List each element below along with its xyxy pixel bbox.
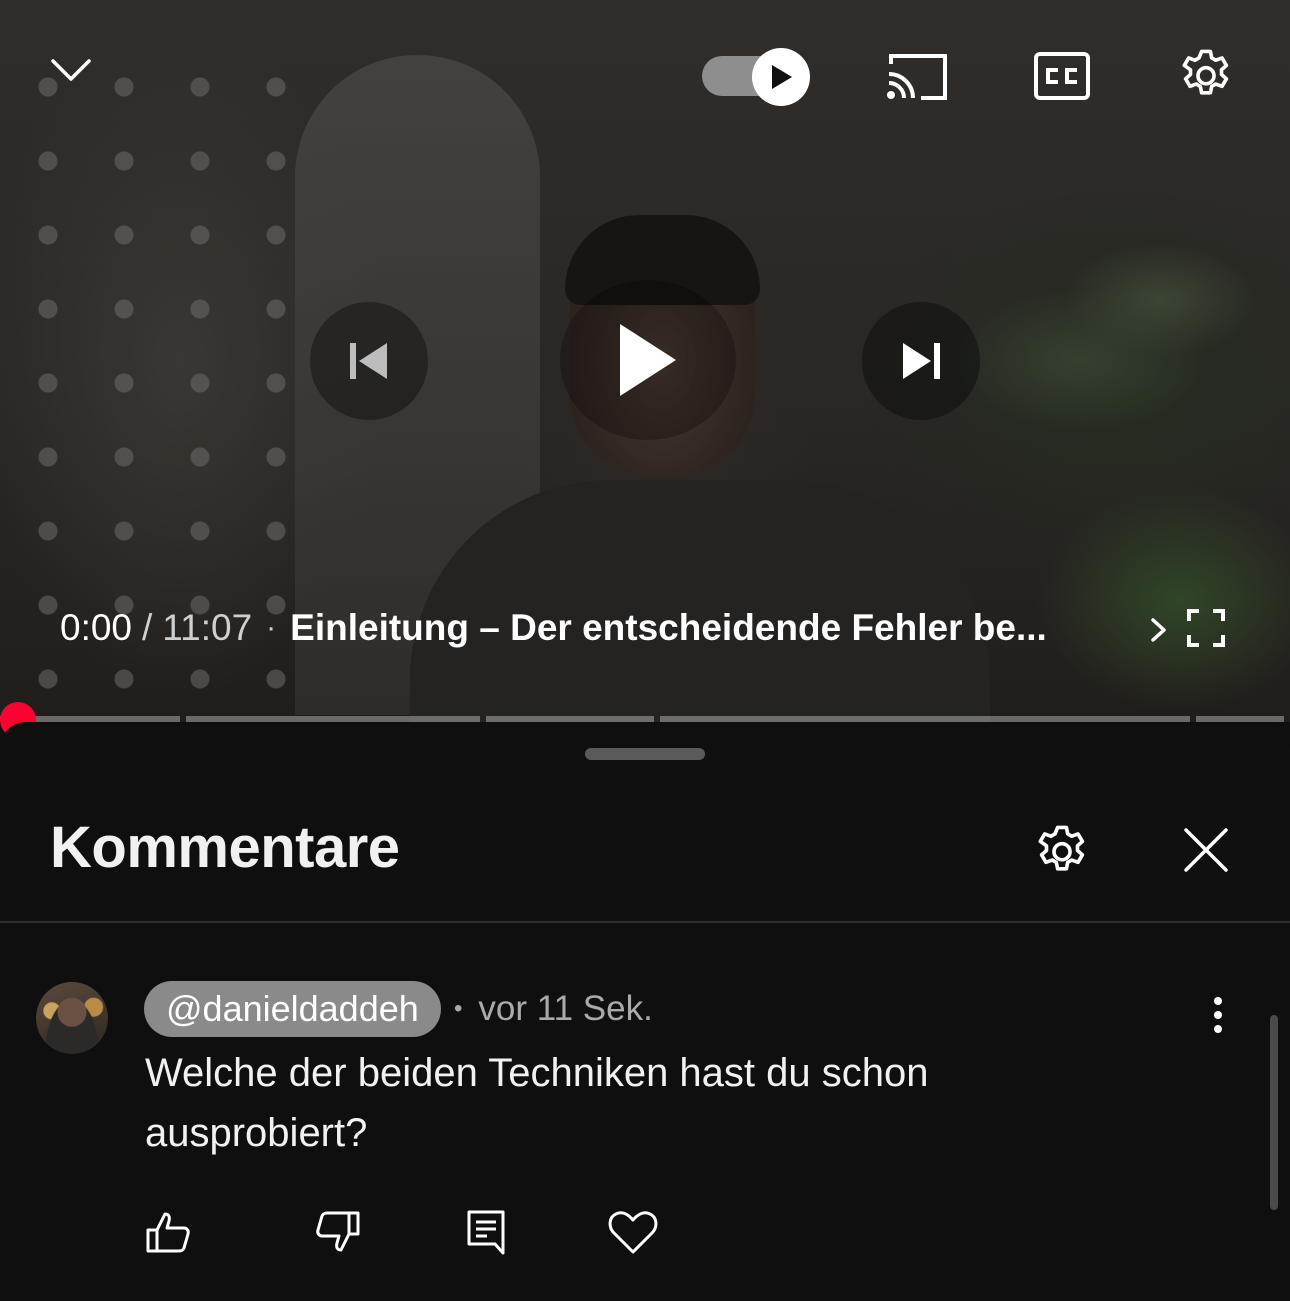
fullscreen-button[interactable] [1184,606,1228,650]
chapter-next-button[interactable] [1146,610,1172,650]
play-icon [772,65,792,89]
collapse-button[interactable] [48,50,94,90]
comment-text: Welche der beiden Techniken hast du scho… [145,1051,929,1155]
chevron-right-icon [1151,618,1166,642]
more-vertical-icon [1214,997,1222,1033]
heart-button[interactable] [606,1206,660,1258]
autoplay-toggle[interactable] [702,48,810,106]
dislike-button[interactable] [312,1206,364,1258]
scrollbar-thumb[interactable] [1270,1015,1278,1210]
close-icon [1184,828,1228,872]
gear-icon [1038,825,1085,871]
chevron-down-icon [51,59,91,81]
skip-next-icon [903,343,940,379]
reply-comment-icon [467,1210,505,1255]
comment-meta: • vor 11 Sek. [454,981,653,1037]
thumbs-up-icon [146,1212,190,1253]
comments-panel: Kommentare @danieldaddeh • vor 11 Sek. W… [0,722,1290,1301]
captions-button[interactable] [1032,48,1092,104]
chapter-title[interactable]: Einleitung – Der entscheidende Fehler be… [290,607,1047,649]
heart-icon [608,1211,658,1254]
closed-captions-icon [1034,52,1090,100]
play-icon [620,324,676,396]
comment-time: vor 11 Sek. [478,989,653,1028]
skip-previous-icon [350,343,387,379]
comments-settings-button[interactable] [1030,820,1094,884]
reply-button[interactable] [462,1206,510,1258]
player-settings-button[interactable] [1174,44,1238,108]
duration: 11:07 [162,607,253,648]
cast-button[interactable] [884,48,950,104]
meta-bullet: • [454,995,463,1022]
next-button[interactable] [862,302,980,420]
close-comments-button[interactable] [1182,826,1230,874]
time-separator: / [142,607,153,648]
like-button[interactable] [142,1206,194,1258]
fullscreen-icon [1187,609,1225,647]
comment-author-chip[interactable]: @danieldaddeh [144,981,441,1037]
autoplay-knob [752,48,810,106]
video-player[interactable]: 0:00 / 11:07 · Einleitung – Der entschei… [0,0,1290,722]
thumbs-down-icon [316,1211,360,1252]
time-and-chapter-row: 0:00 / 11:07 · Einleitung – Der entschei… [60,603,1047,653]
drag-handle[interactable] [585,748,705,760]
avatar[interactable] [36,982,108,1054]
comment-more-button[interactable] [1200,995,1236,1035]
chapter-dot: · [266,611,277,644]
play-button[interactable] [560,280,736,440]
previous-button[interactable] [310,302,428,420]
comment-author: @danieldaddeh [166,988,419,1029]
current-time: 0:00 [60,607,133,648]
cast-icon [887,54,947,100]
comments-title: Kommentare [50,815,400,880]
header-divider [0,921,1290,923]
gear-icon [1182,49,1229,95]
